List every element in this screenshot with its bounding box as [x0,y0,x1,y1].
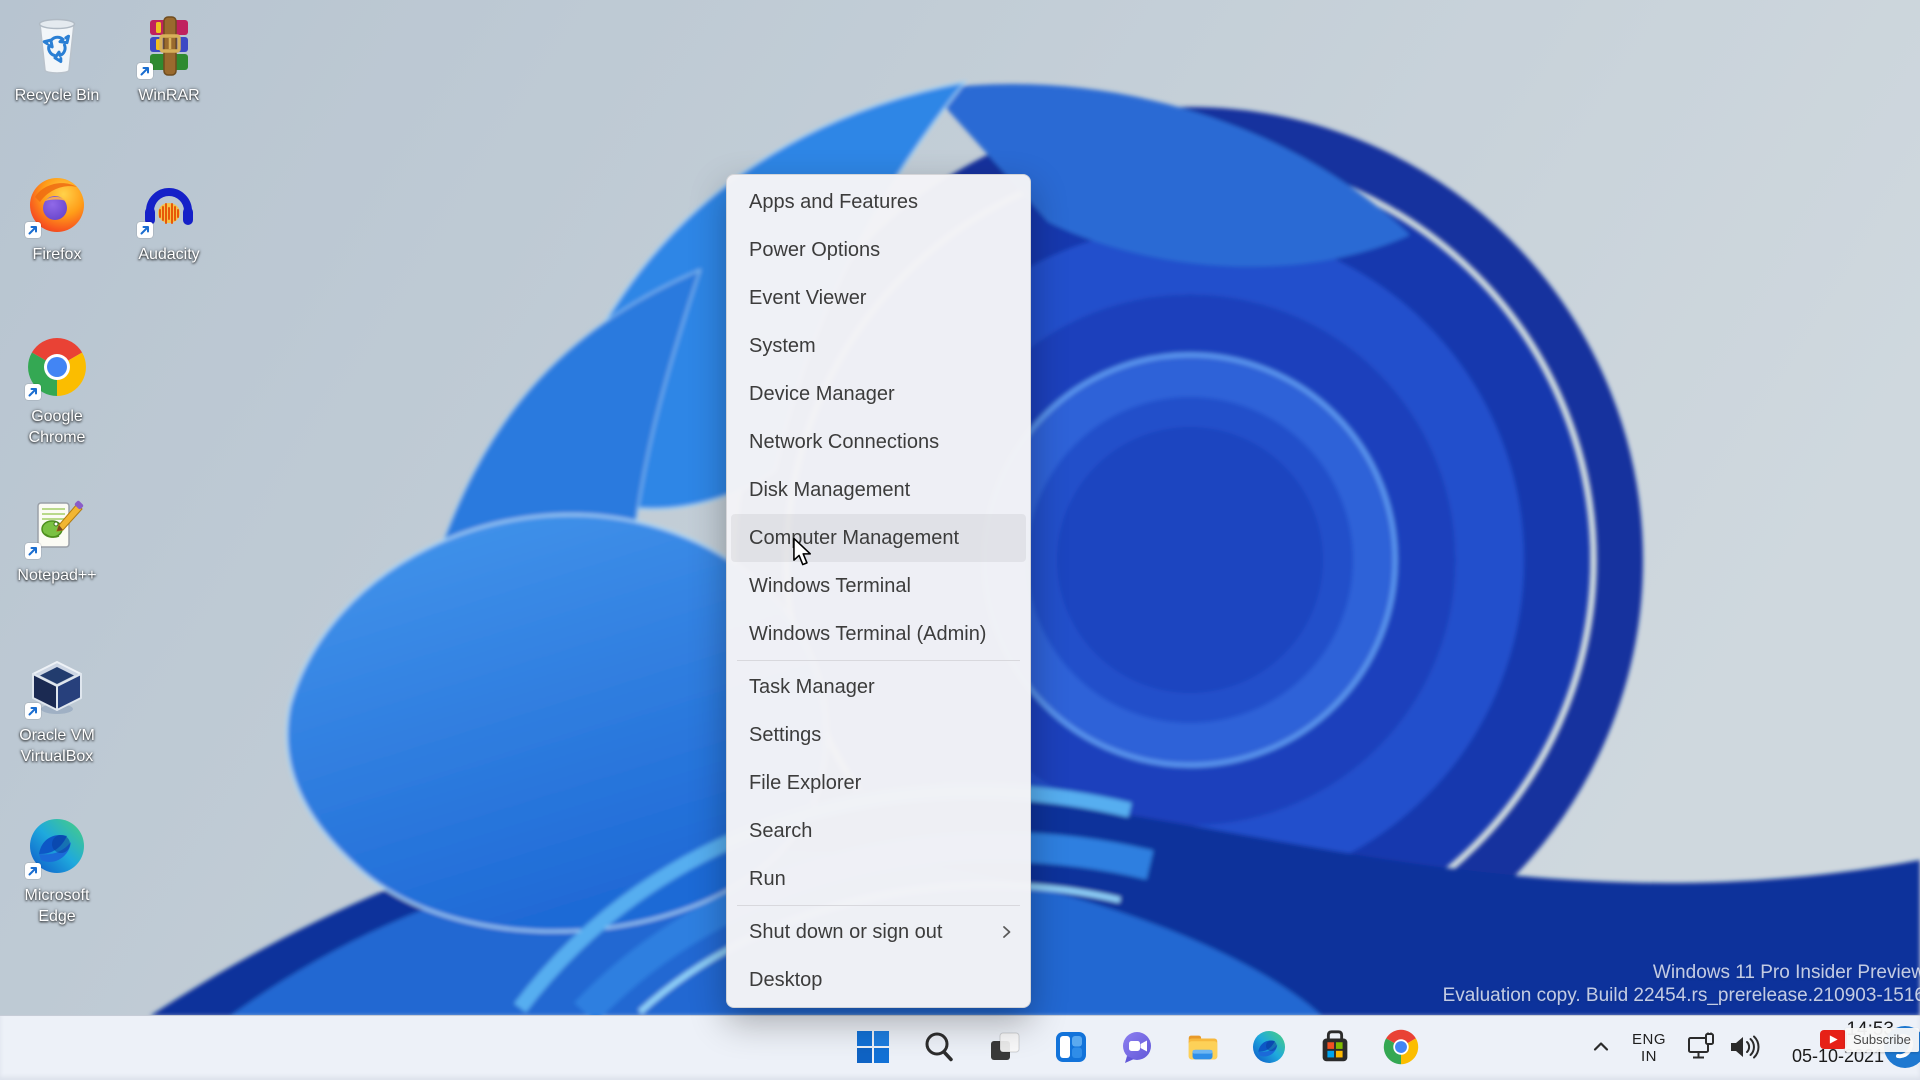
desktop-icon-label: Google Chrome [28,408,86,446]
microsoft-store-button[interactable] [1313,1025,1357,1069]
tray-network-button[interactable] [1684,1030,1720,1064]
desktop-icon-label: Microsoft Edge [24,887,90,925]
insider-preview-watermark: Windows 11 Pro Insider Preview Evaluatio… [1443,961,1920,1007]
menu-item-computer-management[interactable]: Computer Management [731,514,1026,562]
menu-item-event-viewer[interactable]: Event Viewer [731,274,1026,322]
microsoft-edge-taskbar-button[interactable] [1247,1025,1291,1069]
menu-separator [737,660,1020,661]
task-view-button[interactable] [983,1025,1027,1069]
start-button[interactable] [851,1025,895,1069]
chevron-up-icon [1593,1042,1609,1051]
desktop-icon-google-chrome[interactable]: Google Chrome [5,335,109,448]
menu-item-power-options[interactable]: Power Options [731,226,1026,274]
desktop-icon-recycle-bin[interactable]: Recycle Bin [5,14,109,106]
menu-item-run[interactable]: Run [731,855,1026,903]
search-icon [925,1032,953,1062]
taskbar-center-buttons [851,1025,1423,1069]
widgets-icon [1056,1032,1086,1062]
desktop-icon-firefox[interactable]: Firefox [5,173,109,265]
desktop-icon-virtualbox[interactable]: Oracle VM VirtualBox [5,654,109,767]
youtube-subscribe-overlay[interactable]: Subscribe [1820,1028,1919,1052]
desktop-icon-label: Oracle VM VirtualBox [19,727,95,765]
menu-item-network-connections[interactable]: Network Connections [731,418,1026,466]
subscribe-button[interactable]: Subscribe [1845,1028,1919,1052]
speaker-icon [1731,1035,1760,1059]
menu-item-shut-down-or-sign-out[interactable]: Shut down or sign out [731,908,1026,956]
desktop-icon-label: WinRAR [138,87,200,104]
menu-item-task-manager[interactable]: Task Manager [731,663,1026,711]
shortcut-arrow-icon [25,543,41,559]
taskbar-search-button[interactable] [917,1025,961,1069]
file-explorer-icon [1188,1035,1218,1060]
menu-item-disk-management[interactable]: Disk Management [731,466,1026,514]
task-view-icon [991,1032,1020,1060]
mouse-cursor [792,537,813,572]
tray-language-indicator[interactable]: ENG IN [1626,1024,1672,1072]
menu-item-file-explorer[interactable]: File Explorer [731,759,1026,807]
microsoft-edge-icon [1252,1030,1286,1064]
chat-icon [1123,1032,1151,1063]
taskbar: ENG IN 14:53 05-10-20 [0,1015,1920,1080]
menu-item-system[interactable]: System [731,322,1026,370]
network-icon [1688,1032,1714,1059]
youtube-logo-icon [1820,1030,1847,1049]
desktop-icon-microsoft-edge[interactable]: Microsoft Edge [5,814,109,927]
shortcut-arrow-icon [137,222,153,238]
desktop-icon-winrar[interactable]: WinRAR [117,14,221,106]
windows-11-desktop: Recycle Bin WinRAR Firefox Audacity Goog… [0,0,1920,1080]
windows-logo-icon [857,1031,889,1063]
google-chrome-icon [1383,1029,1419,1065]
winx-context-menu: Apps and Features Power Options Event Vi… [726,174,1031,1008]
file-explorer-button[interactable] [1181,1025,1225,1069]
desktop-icon-audacity[interactable]: Audacity [117,173,221,265]
tray-show-hidden-icons-button[interactable] [1586,1030,1616,1064]
desktop-icon-notepad-plus-plus[interactable]: Notepad++ [5,494,109,586]
shortcut-arrow-icon [25,384,41,400]
desktop-icon-label: Notepad++ [17,567,97,584]
chat-button[interactable] [1115,1025,1159,1069]
shortcut-arrow-icon [25,863,41,879]
language-code: ENG [1631,1031,1666,1048]
menu-item-apps-and-features[interactable]: Apps and Features [731,178,1026,226]
watermark-line1: Windows 11 Pro Insider Preview [1652,962,1920,983]
widgets-button[interactable] [1049,1025,1093,1069]
desktop-icon-label: Firefox [32,246,82,263]
menu-item-windows-terminal-admin[interactable]: Windows Terminal (Admin) [731,610,1026,658]
menu-item-settings[interactable]: Settings [731,711,1026,759]
menu-separator [737,905,1020,906]
shortcut-arrow-icon [25,222,41,238]
microsoft-store-icon [1322,1030,1348,1062]
language-region: IN [1641,1048,1657,1065]
shortcut-arrow-icon [25,703,41,719]
recycle-bin-icon [38,18,76,74]
menu-item-desktop[interactable]: Desktop [731,956,1026,1004]
menu-item-search[interactable]: Search [731,807,1026,855]
menu-item-windows-terminal[interactable]: Windows Terminal [731,562,1026,610]
watermark-line2: Evaluation copy. Build 22454.rs_prerelea… [1442,985,1920,1006]
tray-volume-button[interactable] [1726,1030,1762,1064]
menu-item-device-manager[interactable]: Device Manager [731,370,1026,418]
desktop-icon-label: Recycle Bin [14,87,100,104]
google-chrome-taskbar-button[interactable] [1379,1025,1423,1069]
shortcut-arrow-icon [137,63,153,79]
submenu-chevron-icon [1001,923,1012,941]
desktop-icon-label: Audacity [138,246,200,263]
